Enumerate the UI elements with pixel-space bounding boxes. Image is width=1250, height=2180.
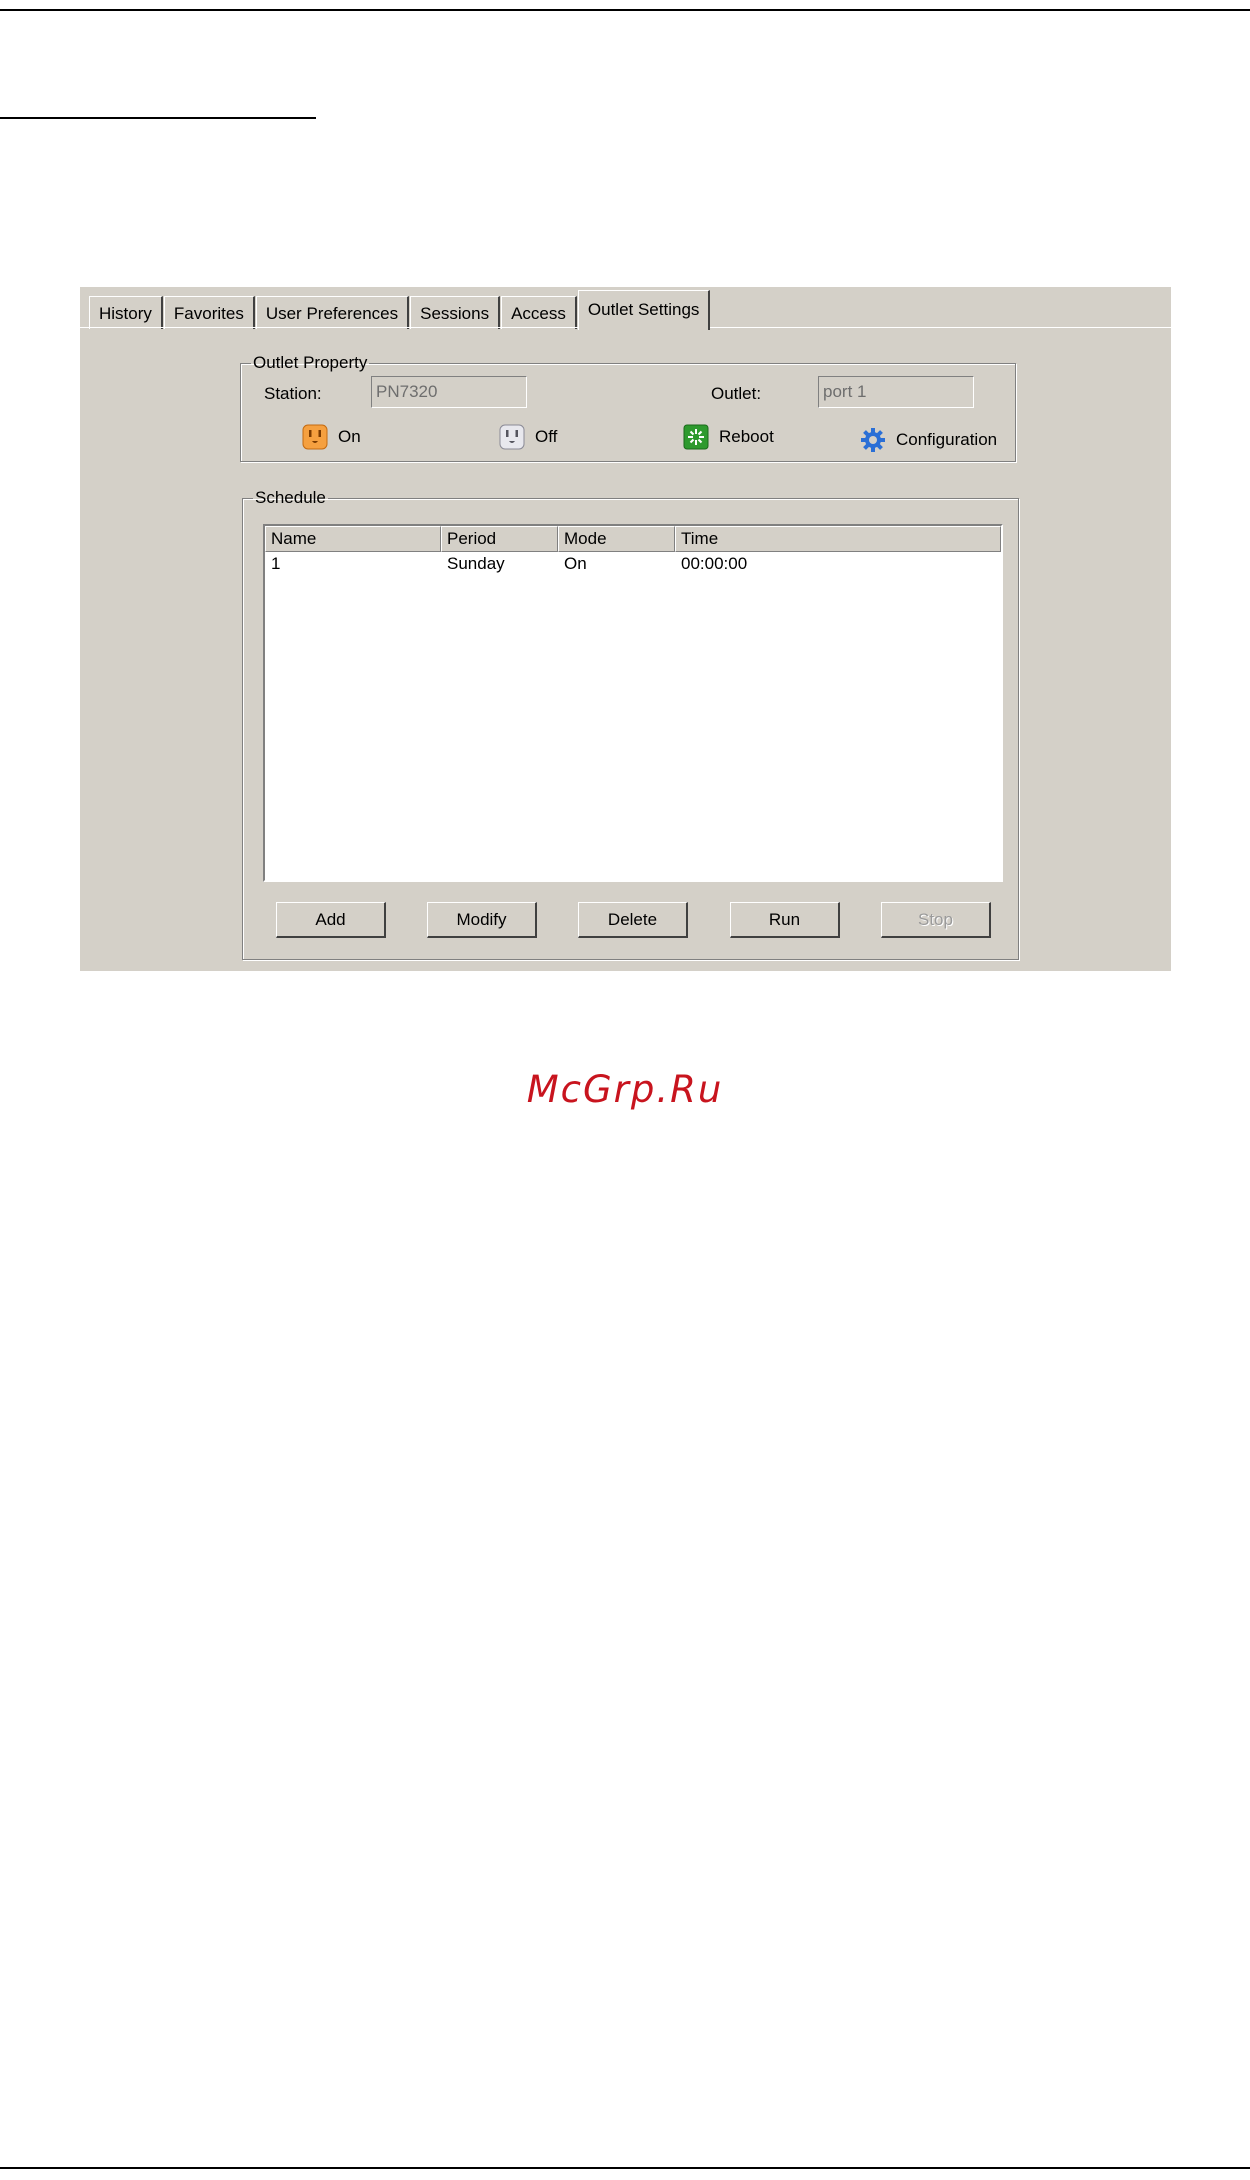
run-button[interactable]: Run [730, 902, 840, 938]
tab-favorites[interactable]: Favorites [163, 296, 255, 329]
tab-history[interactable]: History [89, 296, 163, 329]
cell-time: 00:00:00 [681, 554, 748, 573]
tab-sessions[interactable]: Sessions [410, 296, 501, 329]
tab-bar: History Favorites User Preferences Sessi… [89, 289, 711, 330]
outlet-off-icon [499, 424, 525, 450]
outlet-property-legend: Outlet Property [253, 353, 368, 372]
on-label: On [338, 427, 361, 446]
outlet-label: Outlet: [711, 384, 762, 403]
cell-mode: On [564, 554, 587, 573]
delete-button[interactable]: Delete [578, 902, 688, 938]
tab-access[interactable]: Access [501, 296, 577, 329]
add-button[interactable]: Add [276, 902, 386, 938]
off-label: Off [535, 427, 558, 446]
column-header-time[interactable]: Time [675, 526, 1001, 552]
off-button[interactable]: Off [499, 424, 557, 450]
column-header-period[interactable]: Period [441, 526, 558, 552]
configuration-button[interactable]: Configuration [860, 427, 997, 453]
bottom-rule [0, 2167, 1250, 2169]
section-heading-underline [0, 117, 316, 119]
station-field[interactable] [371, 376, 527, 408]
outlet-settings-panel: History Favorites User Preferences Sessi… [80, 287, 1171, 971]
configuration-label: Configuration [896, 430, 998, 449]
gear-icon [860, 427, 886, 453]
schedule-legend: Schedule [255, 488, 326, 507]
tab-user-preferences[interactable]: User Preferences [255, 296, 410, 329]
cell-period: Sunday [447, 554, 505, 573]
column-header-mode[interactable]: Mode [558, 526, 675, 552]
table-row[interactable]: 1 Sunday On 00:00:00 [265, 552, 1001, 578]
watermark-logo: McGrp.Ru [526, 1068, 724, 1111]
tab-outlet-settings[interactable]: Outlet Settings [577, 290, 711, 330]
reboot-icon [683, 424, 709, 450]
cell-name: 1 [271, 554, 281, 573]
outlet-on-icon [302, 424, 328, 450]
schedule-list-header: Name Period Mode Time [265, 526, 1001, 552]
reboot-button[interactable]: Reboot [683, 424, 774, 450]
schedule-list[interactable]: Name Period Mode Time 1 Sunday On 00:00:… [263, 524, 1003, 882]
reboot-label: Reboot [719, 427, 774, 446]
column-header-name[interactable]: Name [265, 526, 441, 552]
modify-button[interactable]: Modify [427, 902, 537, 938]
top-rule [0, 9, 1250, 11]
stop-button[interactable]: Stop [881, 902, 991, 938]
on-button[interactable]: On [302, 424, 361, 450]
outlet-field[interactable] [818, 376, 974, 408]
station-label: Station: [264, 384, 322, 403]
